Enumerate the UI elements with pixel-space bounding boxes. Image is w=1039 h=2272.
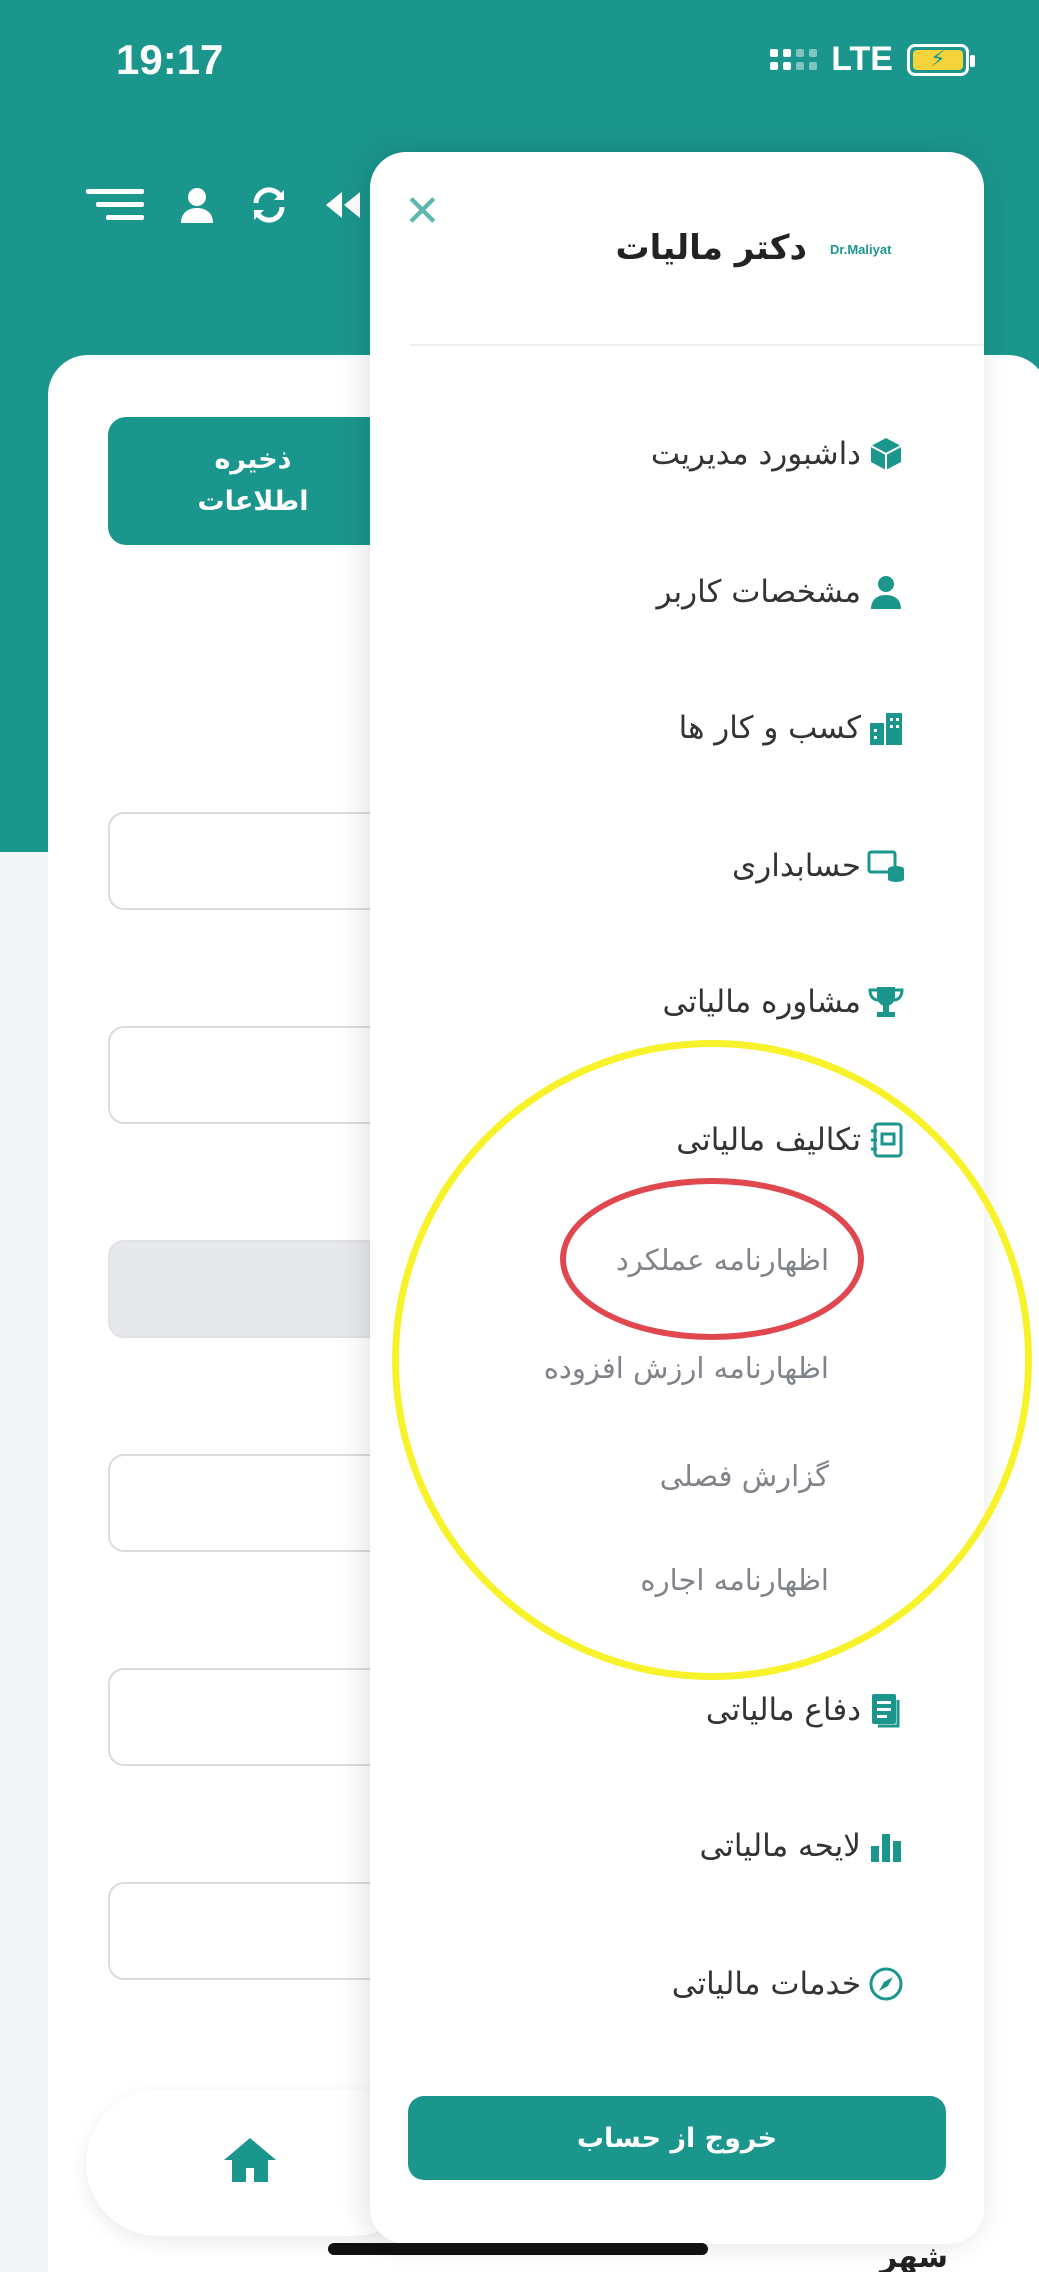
menu-item-businesses[interactable]: کسب و کار ها xyxy=(679,698,861,758)
menu-item-user-profile[interactable]: مشخصات کاربر xyxy=(656,562,861,622)
menu-item-accounting[interactable]: حسابداری xyxy=(732,836,861,896)
menu-item-tax-obligations[interactable]: تکالیف مالیاتی xyxy=(676,1110,861,1170)
city-label: شهر xyxy=(880,2240,948,2272)
menu-item-tax-defense[interactable]: دفاع مالیاتی xyxy=(706,1680,861,1740)
menu-item-tax-consulting[interactable]: مشاوره مالیاتی xyxy=(662,972,861,1032)
trophy-icon xyxy=(866,982,906,1022)
home-icon[interactable] xyxy=(222,2136,278,2188)
save-info-button[interactable]: ذخیره اطلاعات xyxy=(108,417,398,545)
menu-item-dashboard[interactable]: داشبورد مدیریت xyxy=(651,424,861,484)
double-chevron-icon[interactable] xyxy=(324,190,362,220)
refresh-icon[interactable] xyxy=(250,186,288,224)
document-icon xyxy=(866,1690,906,1730)
submenu-performance-return[interactable]: اظهارنامه عملکرد xyxy=(616,1232,829,1288)
network-label: LTE xyxy=(831,40,893,78)
cube-icon xyxy=(866,434,906,474)
menu-icon[interactable] xyxy=(86,187,144,223)
signal-icon xyxy=(770,49,818,70)
menu-item-tax-bill[interactable]: لایحه مالیاتی xyxy=(699,1816,861,1876)
home-indicator xyxy=(328,2243,708,2255)
compass-icon xyxy=(866,1964,906,2004)
accounting-icon xyxy=(866,846,906,886)
header-toolbar xyxy=(86,186,362,224)
bar-chart-icon xyxy=(866,1826,906,1866)
close-icon[interactable]: ✕ xyxy=(404,190,441,234)
status-indicators: LTE ⚡ xyxy=(770,40,975,79)
battery-icon: ⚡ xyxy=(907,43,975,76)
submenu-vat-return[interactable]: اظهارنامه ارزش افزوده xyxy=(544,1340,829,1396)
divider xyxy=(410,344,984,346)
logout-button[interactable]: خروج از حساب xyxy=(408,2096,946,2180)
submenu-seasonal-report[interactable]: گزارش فصلی xyxy=(660,1448,829,1504)
user-icon[interactable] xyxy=(180,187,214,223)
submenu-rent-return[interactable]: اظهارنامه اجاره xyxy=(640,1552,829,1608)
notebook-icon xyxy=(866,1120,906,1160)
brand-name: دکتر مالیات xyxy=(615,228,807,268)
user-icon xyxy=(866,572,906,612)
menu-item-tax-services[interactable]: خدمات مالیاتی xyxy=(672,1954,861,2014)
building-icon xyxy=(866,708,906,748)
status-time: 19:17 xyxy=(116,36,224,83)
brand-logo: Dr.Maliyat xyxy=(830,242,892,257)
